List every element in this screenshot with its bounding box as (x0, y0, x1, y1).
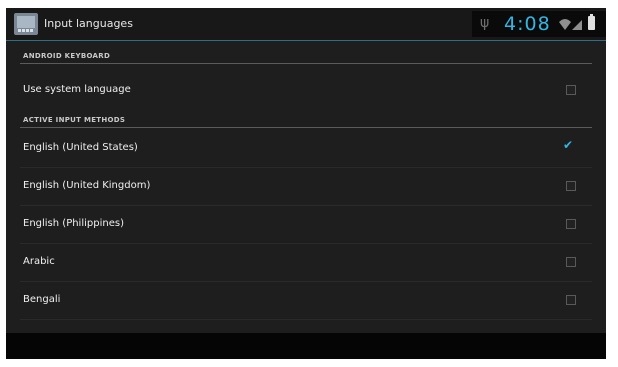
list-item-english-philippines[interactable]: English (Philippines) (6, 206, 606, 244)
battery-icon (588, 14, 595, 30)
app-icon-keys (18, 29, 34, 32)
navigation-bar (6, 333, 606, 359)
action-bar: Input languages ψ 4:08 (6, 8, 606, 41)
signal-icon (572, 20, 582, 30)
list-item-use-system-language[interactable]: Use system language (6, 72, 606, 110)
section-divider (20, 63, 592, 64)
device-screen: Input languages ψ 4:08 ANDROID KEYBOARD … (6, 8, 606, 359)
checkbox-unchecked[interactable] (566, 257, 576, 267)
checkbox-unchecked[interactable] (566, 85, 576, 95)
clock: 4:08 (504, 13, 551, 35)
list-item-label: English (United Kingdom) (23, 180, 151, 191)
status-bar: ψ 4:08 (472, 11, 606, 37)
list-item-arabic[interactable]: Arabic (6, 244, 606, 282)
list-item-english-us[interactable]: English (United States) ✔ (6, 130, 606, 168)
usb-icon: ψ (480, 15, 490, 31)
list-item-label: Arabic (23, 256, 55, 267)
list-item-bengali[interactable]: Bengali (6, 282, 606, 320)
section-header-android-keyboard: ANDROID KEYBOARD (23, 52, 111, 60)
section-divider (20, 127, 592, 128)
page-title: Input languages (44, 17, 133, 30)
checkbox-unchecked[interactable] (566, 219, 576, 229)
list-item-english-uk[interactable]: English (United Kingdom) (6, 168, 606, 206)
app-icon-screen (17, 16, 35, 28)
keyboard-settings-icon[interactable] (14, 13, 38, 35)
section-header-active-input-methods: ACTIVE INPUT METHODS (23, 116, 126, 124)
list-divider (20, 319, 592, 320)
check-icon[interactable]: ✔ (563, 138, 573, 152)
settings-list: ANDROID KEYBOARD Use system language ACT… (6, 41, 606, 333)
checkbox-unchecked[interactable] (566, 295, 576, 305)
wifi-icon (559, 19, 571, 30)
list-item-label: English (Philippines) (23, 218, 124, 229)
checkbox-unchecked[interactable] (566, 181, 576, 191)
list-item-label: English (United States) (23, 142, 138, 153)
list-item-label: Use system language (23, 84, 131, 95)
list-item-label: Bengali (23, 294, 61, 305)
